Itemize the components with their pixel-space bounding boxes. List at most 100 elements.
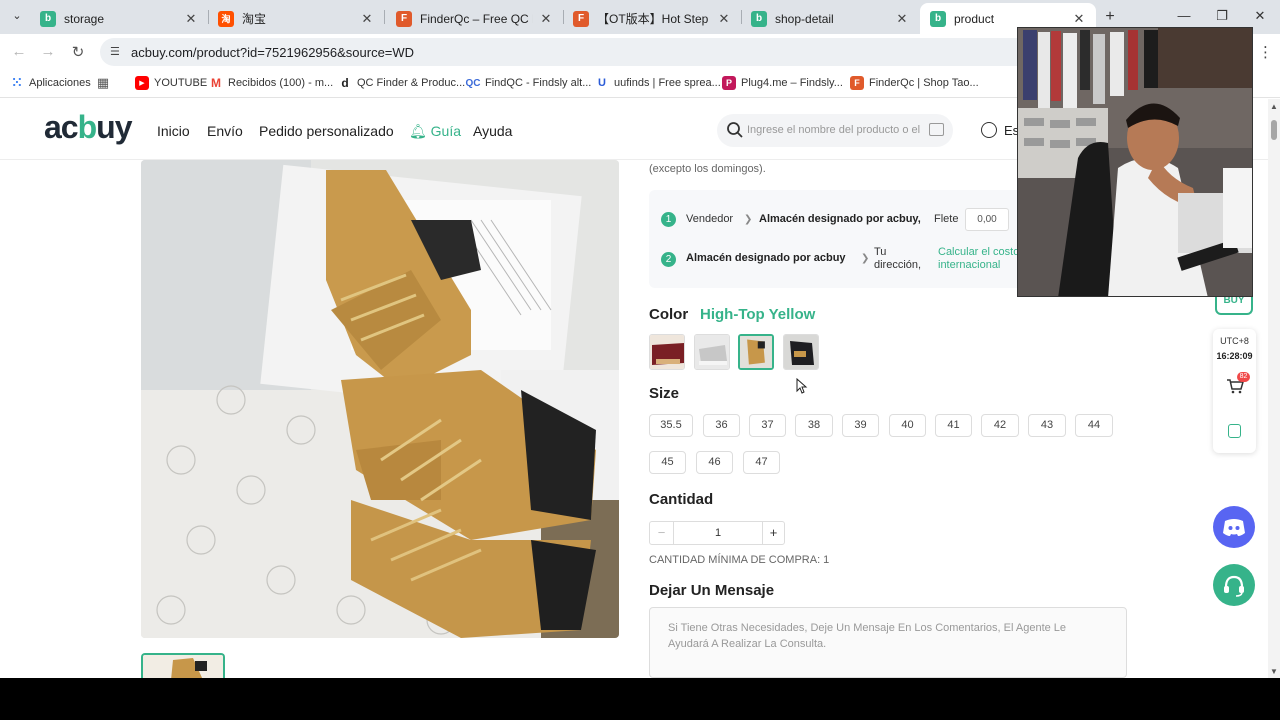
size-option[interactable]: 41 (935, 414, 972, 437)
reload-icon[interactable]: ↻ (70, 43, 86, 61)
message-label: Dejar Un Mensaje (649, 582, 775, 599)
nav-guia-label: Guía (430, 123, 462, 139)
nav-guia[interactable]: 🔔︎ Guía (409, 123, 461, 140)
size-option[interactable]: 44 (1075, 414, 1113, 437)
color-label: Color (649, 306, 689, 323)
forward-icon[interactable]: → (40, 43, 56, 60)
size-option[interactable]: 40 (889, 414, 926, 437)
color-swatch-high-top-yellow[interactable] (738, 334, 774, 370)
back-icon[interactable]: ← (11, 43, 27, 60)
color-swatch-grey[interactable] (694, 334, 730, 370)
video-letterbox (0, 678, 1280, 720)
size-option[interactable]: 45 (649, 451, 686, 474)
color-swatch-burgundy[interactable] (649, 334, 685, 370)
page-scrollbar[interactable] (1268, 99, 1280, 678)
acbuy-favicon-icon: b (930, 10, 946, 27)
size-option[interactable]: 38 (795, 414, 833, 437)
nav-inicio[interactable]: Inicio (157, 123, 190, 139)
product-main-image[interactable] (141, 160, 619, 638)
size-option[interactable]: 37 (749, 414, 786, 437)
bookmark-uufinds[interactable]: U uufinds | Free sprea... (595, 76, 721, 90)
calculate-shipping-link[interactable]: Calcular el costo (938, 246, 1019, 258)
discord-button[interactable] (1213, 506, 1255, 548)
bookmark-label: YOUTUBE (154, 77, 208, 89)
cart-count-badge: 82 (1237, 372, 1250, 382)
tab-search-icon[interactable]: ⌄ (8, 9, 26, 25)
swatch-image (695, 335, 729, 369)
nav-envio[interactable]: Envío (207, 123, 243, 139)
tab-title: product (954, 11, 995, 26)
quantity-input[interactable]: 1 (674, 522, 762, 544)
close-icon[interactable]: ✕ (184, 11, 198, 27)
close-icon[interactable]: ✕ (717, 11, 731, 27)
acbuy-logo[interactable]: acbuy (44, 109, 132, 146)
finderqc-icon: F (850, 76, 864, 90)
customer-support-button[interactable] (1213, 564, 1255, 606)
nav-pedido-personalizado[interactable]: Pedido personalizado (259, 123, 394, 139)
tab-finderqc[interactable]: F FinderQc – Free QC Photos ✕ (386, 3, 563, 34)
site-info-icon[interactable]: ☰ (110, 45, 123, 58)
plug4me-icon: P (722, 76, 736, 90)
bookmark-apps[interactable]: ⁙ Aplicaciones (10, 75, 91, 90)
bookmark-tab-groups[interactable]: ▦ (96, 75, 115, 90)
bookmark-plug4me[interactable]: P Plug4.me – Findsly... (722, 76, 843, 90)
decrement-button[interactable]: − (650, 522, 674, 544)
close-icon[interactable]: ✕ (360, 11, 374, 27)
increment-button[interactable]: + (762, 522, 784, 544)
findqc-icon: QC (465, 77, 481, 89)
new-tab-icon[interactable]: + (1102, 8, 1118, 26)
webcam-video (1018, 28, 1252, 296)
boots-photo (141, 160, 619, 638)
tab-title: shop-detail (775, 11, 834, 26)
tab-title: 淘宝 (242, 12, 267, 26)
tab-storage[interactable]: b storage ✕ (30, 3, 208, 34)
acbuy-favicon-icon: b (40, 10, 56, 27)
scroll-up-icon[interactable]: ▲ (1269, 102, 1279, 111)
scrollbar-thumb[interactable] (1271, 120, 1277, 140)
tab-hot-step[interactable]: F 【OT版本】Hot Step 2 x Noc ✕ (563, 3, 741, 34)
headset-icon (1224, 575, 1244, 597)
search-input[interactable]: Ingrese el nombre del producto o el (747, 124, 922, 136)
bookmark-qcfinder[interactable]: d QC Finder & Produc... (338, 76, 465, 90)
search-icon[interactable] (726, 121, 744, 139)
bookmark-label: Aplicaciones (29, 77, 91, 89)
close-icon[interactable]: ✕ (1072, 11, 1086, 27)
shipping-origin: Vendedor (686, 213, 734, 225)
bookmark-findqc[interactable]: QC FindQC - Findsly alt... (465, 76, 592, 90)
minimum-purchase-text: CANTIDAD MÍNIMA DE COMPRA: 1 (649, 554, 830, 566)
bookmark-finderqc[interactable]: F FinderQc | Shop Tao... (850, 76, 979, 90)
size-option[interactable]: 35.5 (649, 414, 693, 437)
message-textarea[interactable]: Si Tiene Otras Necesidades, Deje Un Mens… (649, 607, 1127, 678)
size-option[interactable]: 43 (1028, 414, 1066, 437)
bookmark-label: Plug4.me – Findsly... (741, 77, 843, 89)
browser-window: ⌄ b storage ✕ 淘 淘宝 ✕ F FinderQc – Free Q… (0, 0, 1280, 678)
bookmark-label: Recibidos (100) - m... (228, 77, 334, 89)
url-text[interactable]: acbuy.com/product?id=7521962956&source=W… (131, 45, 414, 60)
color-swatch-black[interactable] (783, 334, 819, 370)
image-search-icon[interactable] (929, 123, 944, 136)
product-thumbnail[interactable] (141, 653, 225, 678)
tab-shop-detail[interactable]: b shop-detail ✕ (741, 3, 919, 34)
bookmark-gmail[interactable]: M Recibidos (100) - m... (209, 76, 333, 90)
restore-icon[interactable]: ❐ (1214, 8, 1230, 24)
size-option[interactable]: 39 (842, 414, 879, 437)
globe-icon[interactable] (981, 122, 997, 138)
tab-taobao[interactable]: 淘 淘宝 ✕ (208, 3, 384, 34)
size-option[interactable]: 36 (703, 414, 740, 437)
nav-ayuda[interactable]: Ayuda (473, 123, 512, 139)
calculate-shipping-link-line2[interactable]: internacional (938, 259, 1000, 271)
close-icon[interactable]: ✕ (539, 11, 553, 27)
size-option[interactable]: 46 (696, 451, 733, 474)
window-close-icon[interactable]: ✕ (1252, 8, 1268, 24)
mobile-app-icon[interactable] (1228, 424, 1241, 438)
size-option[interactable]: 47 (743, 451, 780, 474)
bookmark-youtube[interactable]: ▶ YOUTUBE (135, 76, 207, 90)
browser-menu-icon[interactable]: ⋮ (1258, 43, 1273, 61)
bookmark-label: FindQC - Findsly alt... (485, 77, 592, 89)
close-icon[interactable]: ✕ (895, 11, 909, 27)
chevron-right-icon: ❯ (744, 214, 753, 225)
scroll-down-icon[interactable]: ▼ (1269, 667, 1279, 676)
minimize-icon[interactable]: — (1176, 8, 1192, 23)
logo-text: uy (96, 109, 132, 145)
size-option[interactable]: 42 (981, 414, 1019, 437)
